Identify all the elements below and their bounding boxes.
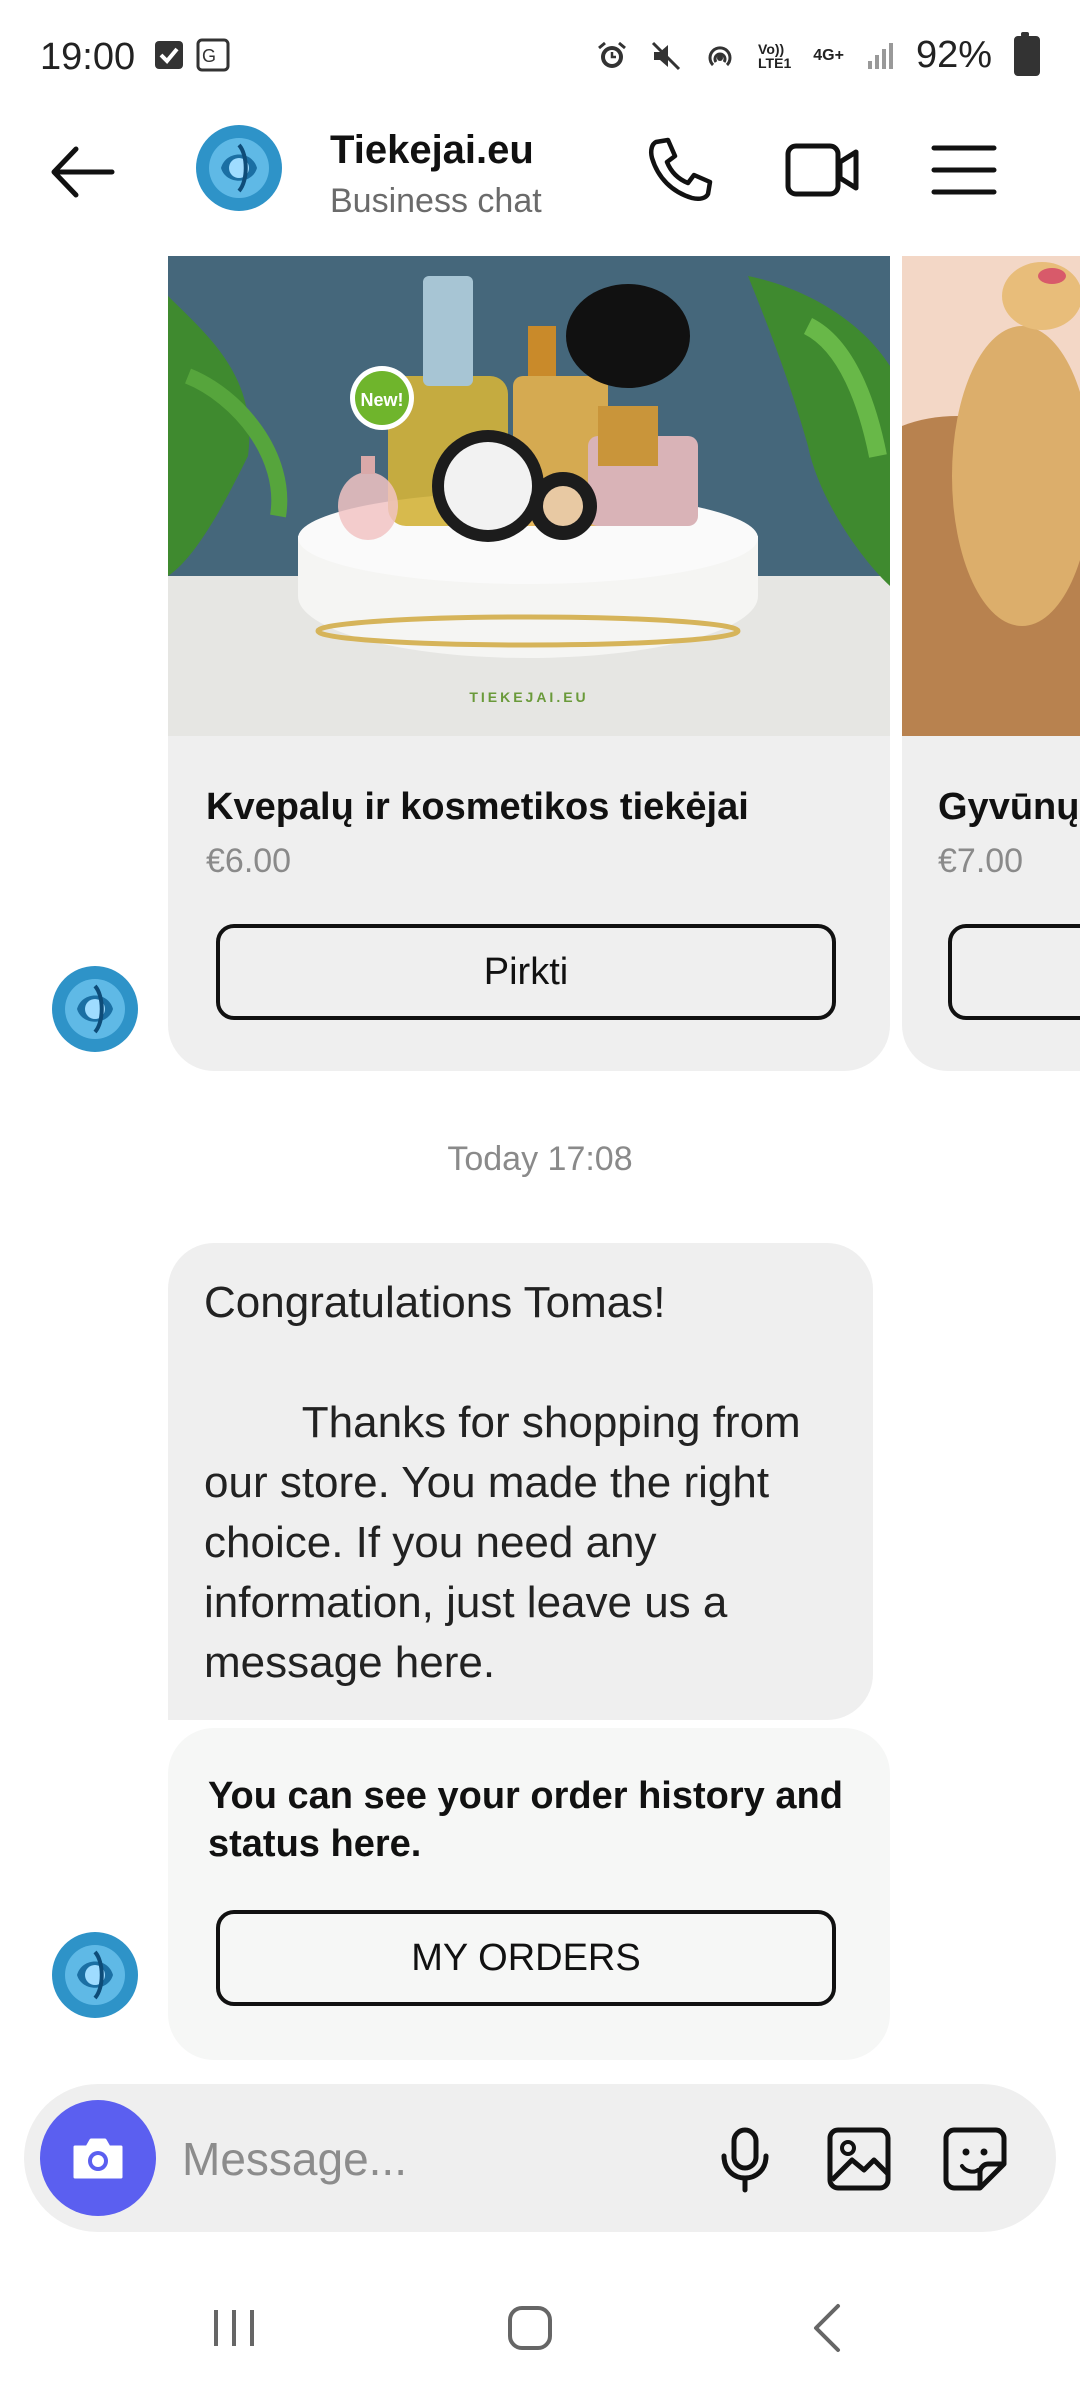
status-indicators: Vo)) LTE1 4G+ 92% (596, 31, 1040, 77)
chat-subtitle: Business chat (330, 182, 542, 220)
network-type: 4G+ (813, 46, 844, 64)
back-button[interactable] (46, 135, 120, 209)
video-call-button[interactable] (784, 132, 860, 208)
image-watermark: TIEKEJAI.EU (469, 689, 588, 705)
battery-percent: 92% (915, 34, 992, 76)
business-avatar-small (52, 966, 138, 1052)
product-title: Kvepalų ir kosmetikos tiekėjai (206, 786, 749, 828)
battery-icon (1014, 31, 1040, 76)
product-card-2[interactable]: Gyvūnų €7.00 (902, 256, 1080, 1071)
signal-icon (867, 42, 893, 69)
recent-apps-button[interactable] (204, 2298, 264, 2358)
chevron-left-icon (814, 2304, 840, 2352)
buy-button[interactable]: Pirkti (216, 924, 836, 1020)
product-card[interactable]: New! TIEKEJAI.EU Kvepalų ir kosmetikos t… (168, 256, 890, 1071)
status-time: 19:00 (40, 36, 136, 78)
voice-button[interactable] (710, 2124, 780, 2194)
orders-text: You can see your order history and statu… (208, 1775, 843, 1865)
system-back-button[interactable] (800, 2298, 860, 2358)
phone-icon (648, 137, 713, 202)
new-badge: New! (360, 390, 403, 410)
home-button[interactable] (500, 2298, 560, 2358)
recent-apps-icon (214, 2310, 254, 2346)
product-image-2 (902, 256, 1080, 736)
message-input[interactable] (180, 2118, 684, 2200)
arrow-left-icon (51, 146, 115, 198)
checkbox-notification-icon (154, 40, 184, 75)
my-orders-button[interactable]: MY ORDERS (216, 1910, 836, 2006)
product-image: New! TIEKEJAI.EU (168, 256, 890, 736)
call-button[interactable] (642, 132, 718, 208)
business-avatar[interactable] (196, 125, 282, 211)
hamburger-menu-icon (931, 145, 997, 195)
business-avatar-small (52, 1932, 138, 2018)
product-title-2: Gyvūnų (938, 786, 1080, 828)
video-camera-icon (785, 143, 859, 197)
svg-text:G: G (202, 46, 216, 66)
sticker-icon (943, 2127, 1007, 2191)
menu-button[interactable] (926, 132, 1002, 208)
home-icon (508, 2306, 552, 2350)
product-price: €6.00 (206, 842, 292, 880)
camera-icon (73, 2138, 123, 2179)
sticker-button[interactable] (940, 2124, 1010, 2194)
chat-title[interactable]: Tiekejai.eu (330, 128, 534, 173)
buy-button-2[interactable] (948, 924, 1080, 1020)
camera-button[interactable] (40, 2100, 156, 2216)
microphone-icon (721, 2127, 769, 2193)
hotspot-icon (708, 45, 732, 66)
alarm-icon (598, 41, 627, 68)
message-timestamp: Today 17:08 (447, 1140, 633, 1178)
gallery-button[interactable] (824, 2124, 894, 2194)
orders-card: You can see your order history and statu… (168, 1728, 890, 2060)
product-price-2: €7.00 (938, 842, 1024, 880)
message-composer (24, 2084, 1056, 2232)
translate-notification-icon: G (196, 38, 230, 77)
mute-icon (651, 41, 681, 70)
volte-indicator: Vo)) LTE1 (758, 40, 792, 71)
incoming-message[interactable]: Congratulations Tomas! Thanks for shoppi… (168, 1243, 873, 1720)
image-icon (827, 2127, 891, 2191)
